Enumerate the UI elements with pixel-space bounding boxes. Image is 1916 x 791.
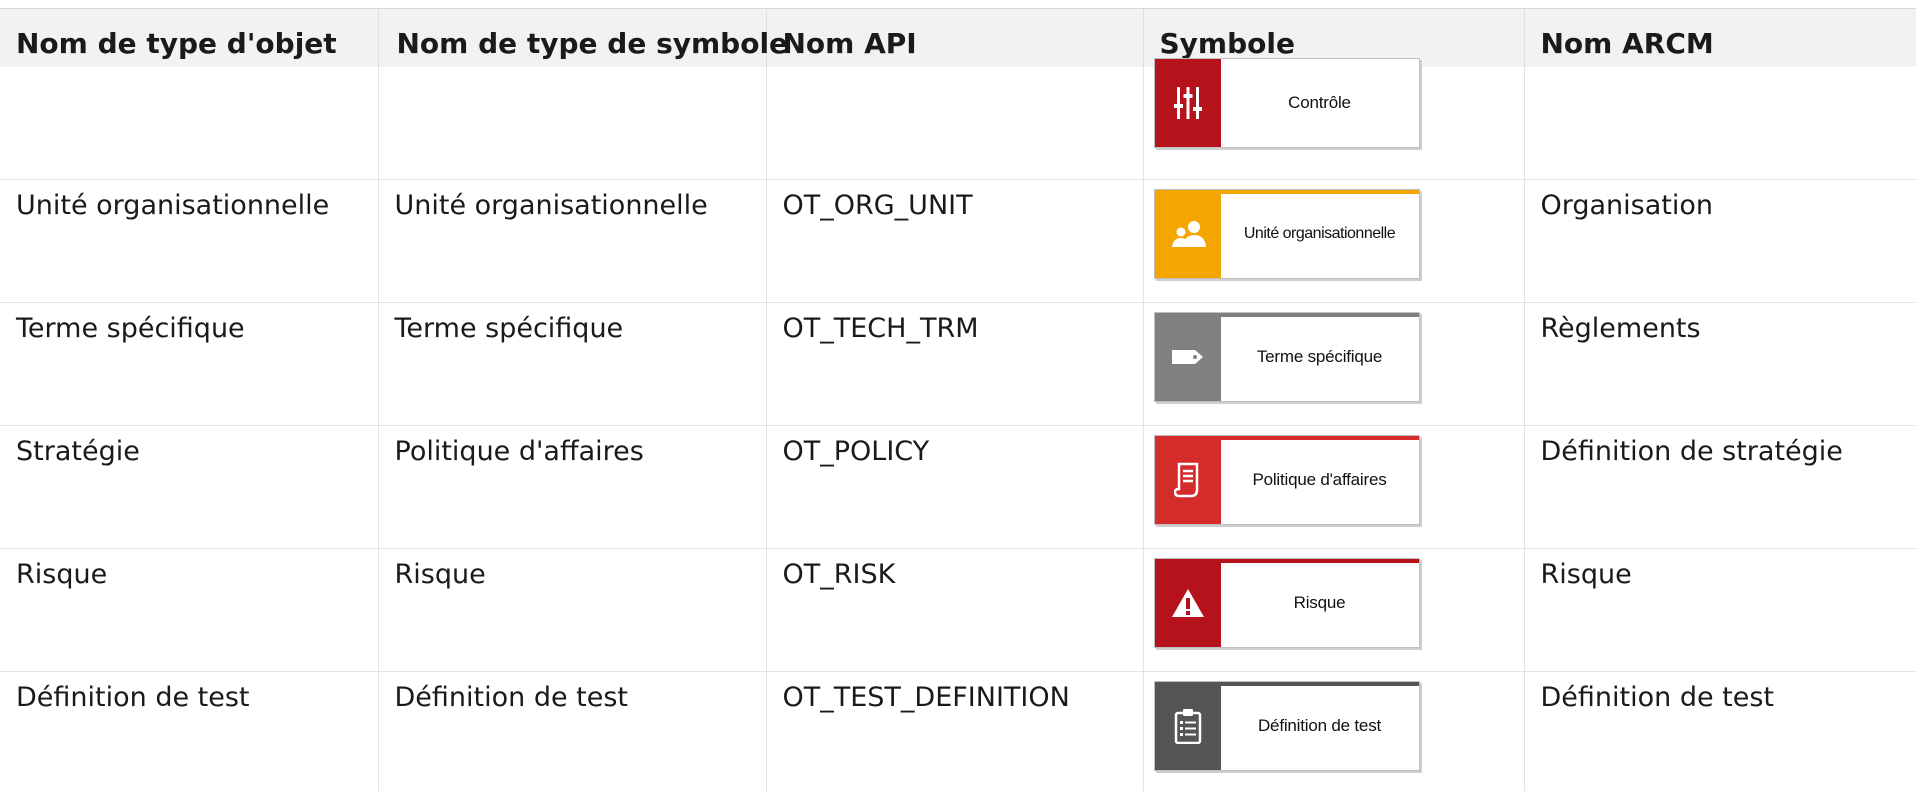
cell-symbol-type: Risque bbox=[378, 548, 767, 672]
symbol-org-unit: Unité organisationnelle bbox=[1153, 188, 1420, 279]
cell-api-name: OT_TEST_DEFINITION bbox=[766, 671, 1144, 791]
cell-api-name bbox=[766, 67, 1144, 180]
cell-symbol: Risque bbox=[1143, 548, 1525, 672]
table-header-row: Nom de type d'objet Nom de type de symbo… bbox=[0, 9, 1916, 67]
cell-symbol: Définition de test bbox=[1143, 671, 1525, 791]
cell-object-type: Stratégie bbox=[0, 425, 379, 549]
symbol-label: Risque bbox=[1293, 592, 1346, 612]
cell-symbol-type: Terme spécifique bbox=[378, 302, 767, 426]
cell-arcm-name: Risque bbox=[1524, 548, 1916, 672]
cell-symbol-type bbox=[378, 67, 767, 180]
symbol-tech-term: Terme spécifique bbox=[1153, 311, 1420, 402]
cell-api-name: OT_TECH_TRM bbox=[766, 302, 1144, 426]
cell-arcm-name: Définition de stratégie bbox=[1524, 425, 1916, 549]
symbol-label: Terme spécifique bbox=[1256, 346, 1383, 366]
cell-api-name: OT_RISK bbox=[766, 548, 1144, 672]
table-row: Unité organisationnelle Unité organisati… bbox=[0, 179, 1916, 303]
cell-symbol: Politique d'affaires bbox=[1143, 425, 1525, 549]
cell-object-type: Risque bbox=[0, 548, 379, 672]
symbol-policy: Politique d'affaires bbox=[1153, 434, 1420, 525]
cell-arcm-name: Organisation bbox=[1524, 179, 1916, 303]
clipboard-icon bbox=[1154, 681, 1221, 770]
table-row: Contrôle bbox=[0, 58, 1916, 180]
table-row: Définition de test Définition de test OT… bbox=[0, 671, 1916, 791]
symbol-table: Nom de type d'objet Nom de type de symbo… bbox=[0, 9, 1916, 791]
header-api-name: Nom API bbox=[766, 9, 1144, 67]
cell-object-type: Unité organisationnelle bbox=[0, 179, 379, 303]
cell-object-type: Terme spécifique bbox=[0, 302, 379, 426]
cell-api-name: OT_ORG_UNIT bbox=[766, 179, 1144, 303]
cell-arcm-name: Règlements bbox=[1524, 302, 1916, 426]
scroll-icon bbox=[1154, 435, 1221, 524]
cell-symbol: Unité organisationnelle bbox=[1143, 179, 1525, 303]
symbol-label: Contrôle bbox=[1288, 93, 1351, 112]
cell-arcm-name bbox=[1524, 67, 1916, 180]
cell-symbol-type: Unité organisationnelle bbox=[378, 179, 767, 303]
symbol-label: Définition de test bbox=[1257, 715, 1382, 735]
cell-symbol: Contrôle bbox=[1143, 58, 1525, 180]
table-row: Terme spécifique Terme spécifique OT_TEC… bbox=[0, 302, 1916, 426]
symbol-risk: Risque bbox=[1153, 557, 1420, 648]
header-symbol-type: Nom de type de symbole bbox=[378, 9, 788, 67]
cell-symbol-type: Définition de test bbox=[378, 671, 767, 791]
table-row: Stratégie Politique d'affaires OT_POLICY bbox=[0, 425, 1916, 549]
cell-symbol: Terme spécifique bbox=[1143, 302, 1525, 426]
cell-symbol-type: Politique d'affaires bbox=[378, 425, 767, 549]
people-icon bbox=[1154, 189, 1221, 278]
header-arcm-name: Nom ARCM bbox=[1524, 9, 1916, 67]
symbol-label: Unité organisationnelle bbox=[1243, 224, 1396, 242]
symbol-label: Politique d'affaires bbox=[1252, 469, 1387, 489]
cell-api-name: OT_POLICY bbox=[766, 425, 1144, 549]
symbol-control: Contrôle bbox=[1153, 58, 1420, 148]
warning-icon bbox=[1154, 558, 1221, 647]
cell-object-type bbox=[0, 67, 379, 180]
table-row: Risque Risque OT_RISK Risque Risque bbox=[0, 548, 1916, 672]
page-top-strip bbox=[0, 0, 1916, 9]
cell-object-type: Définition de test bbox=[0, 671, 379, 791]
cell-arcm-name: Définition de test bbox=[1524, 671, 1916, 791]
header-object-type: Nom de type d'objet bbox=[0, 9, 379, 67]
sliders-icon bbox=[1154, 59, 1221, 147]
symbol-test-definition: Définition de test bbox=[1153, 680, 1420, 771]
tag-icon bbox=[1154, 312, 1221, 401]
